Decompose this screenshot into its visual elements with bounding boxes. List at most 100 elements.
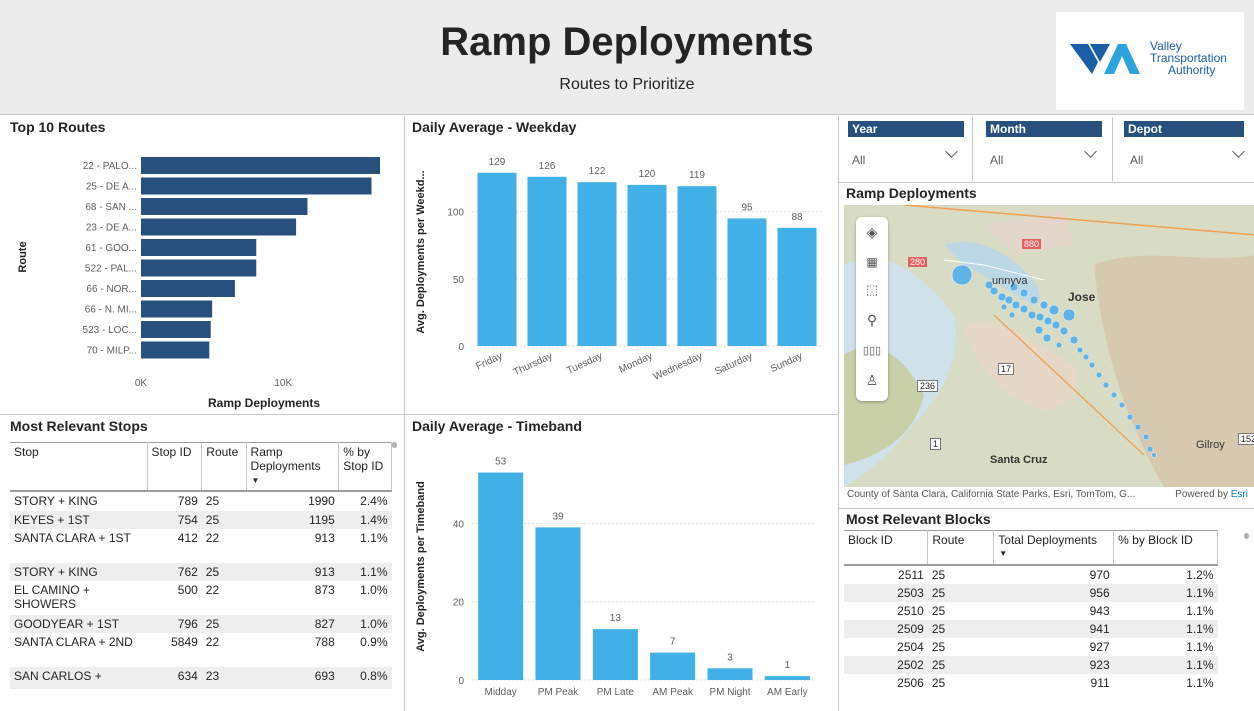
route-bar [141,177,372,195]
data-label: 120 [639,169,656,180]
bar-legend-icon[interactable]: ▯▯▯ [858,339,886,361]
slicer-month-value[interactable]: All [990,153,1003,167]
blocks-scrollbar[interactable] [1244,533,1249,539]
y-tick-label: 50 [453,275,465,286]
slicer-year-value[interactable]: All [852,153,865,167]
blocks-table-wrap: Block ID Route Total Deployments ▼ % by B… [844,530,1218,692]
bar [577,182,617,346]
route-tick-label: 70 - MILP... [87,346,137,357]
slicer-month-header: Month [986,121,1102,137]
table-cell: 788 [314,634,335,649]
col-stop[interactable]: Stop [10,442,148,491]
slicer-depot-value[interactable]: All [1130,153,1143,167]
x-tick-label: Monday [617,351,654,376]
chevron-down-icon[interactable] [1084,145,1097,158]
y-tick-label: 20 [453,598,465,609]
table-cell: 970 [1089,567,1110,582]
qr-select-icon[interactable]: ▦ [858,251,886,273]
table-cell: SANTA CLARA + 2ND [14,634,133,649]
top-routes-chart: 22 - PALO... 25 - DE A... 68 - SAN ... 23 -… [17,157,381,410]
table-cell: 25 [931,657,946,672]
y-axis-title: Avg. Deployments per Timeband [415,481,427,652]
table-row[interactable]: 2510 25 943 1.1% [844,602,1218,620]
table-cell: 25 [931,621,946,636]
table-cell: SANTA CLARA + 1ST [14,530,131,545]
chevron-down-icon[interactable] [1232,145,1245,158]
table-cell: 1.1% [1186,621,1214,636]
table-row[interactable]: 2504 25 927 1.1% [844,638,1218,656]
table-row[interactable]: 2511 25 970 1.2% [844,565,1218,584]
table-row[interactable]: STORY + KING 762 25 913 1.1% [10,562,392,581]
esri-link[interactable]: Esri [1231,489,1248,500]
table-cell: 2511 [898,567,924,582]
vta-logo: Valley Transportation Authority [1056,12,1244,110]
sort-desc-icon: ▼ [999,549,1008,558]
bar [592,629,638,680]
table-cell: 1.1% [360,564,388,579]
table-row[interactable]: KEYES + 1ST 754 25 1195 1.4% [10,510,392,529]
col-total-deployments-label: Total Deployments [998,533,1097,547]
divider [838,116,839,711]
table-cell: 913 [314,530,335,545]
route-bar [141,157,381,174]
table-row[interactable]: 2502 25 923 1.1% [844,655,1218,674]
stops-table-wrap: Stop Stop ID Route Ramp Deployments ▼ % b… [10,442,392,689]
table-cell: 923 [1089,657,1110,672]
route-bar [141,321,211,338]
table-cell: 1195 [308,512,335,527]
table-cell: STORY + KING [14,493,98,508]
col-route[interactable]: Route [201,442,247,491]
layers-icon[interactable]: ◈ [858,221,886,243]
data-label: 39 [552,511,564,522]
col-total-deployments[interactable]: Total Deployments ▼ [993,530,1115,565]
table-row[interactable]: SANTA CLARA + 1ST 412 22 913 1.1% [10,529,392,563]
logo-line3: Authority [1168,63,1216,77]
x-tick-label: Thursday [512,351,554,379]
table-cell: 1.1% [1186,603,1214,618]
map-canvas[interactable] [844,205,1254,487]
x-tick-label: Midday [485,687,517,698]
table-row[interactable]: 2506 25 911 1.1% [844,674,1218,692]
x-tick-label: PM Late [597,687,635,698]
highway-shield: 280 [908,257,928,267]
table-row[interactable]: GOODYEAR + 1ST 796 25 827 1.0% [10,614,392,633]
bar [677,186,717,346]
route-bar [141,198,308,215]
table-cell: 23 [205,668,220,683]
col-route[interactable]: Route [927,530,995,565]
table-cell: 25 [205,493,220,508]
col-block-id[interactable]: Block ID [844,530,929,565]
table-row[interactable]: 2509 25 941 1.1% [844,619,1218,638]
table-cell: 2510 [897,603,924,618]
table-cell: 25 [931,567,946,582]
table-row[interactable]: STORY + KING 789 25 1990 2.4% [10,491,392,511]
table-row[interactable]: EL CAMINO + SHOWERS 500 22 873 1.0% [10,581,392,615]
timeband-chart: 0 20 40 53 Midday 39 PM Peak 13 PM Late 7 AM Peak 3… [415,457,816,698]
bar [777,227,817,346]
rect-select-icon[interactable]: ⬚ [858,279,886,301]
top-routes-panel: Top 10 Routes 22 - PALO... 25 - DE A... 68… [6,117,402,413]
table-cell: 25 [205,512,220,527]
x-tick-label: Sunday [769,351,804,375]
timeband-panel: Daily Average - Timeband 0 20 40 53 Midday 39… [408,416,836,711]
bar [535,527,581,680]
table-cell: 0.9% [360,634,388,649]
slicer-year-header: Year [848,121,964,137]
stops-scrollbar[interactable] [392,442,397,448]
table-row[interactable]: SAN CARLOS + 634 23 693 0.8% [10,666,392,689]
x-tick-label: Friday [474,351,504,373]
person-icon[interactable]: ♙ [858,369,886,391]
col-stop-id[interactable]: Stop ID [147,442,203,491]
col-pct-block[interactable]: % by Block ID [1113,530,1218,565]
chevron-down-icon[interactable] [945,145,958,158]
table-cell: 1.0% [360,616,388,631]
table-row[interactable]: 2503 25 956 1.1% [844,583,1218,602]
divider [1112,117,1113,181]
bar [627,184,667,346]
col-ramp-deployments[interactable]: Ramp Deployments ▼ [246,442,340,491]
col-pct-stop[interactable]: % by Stop ID [338,442,392,491]
bar [707,668,753,680]
search-icon[interactable]: ⚲ [858,309,886,331]
table-row[interactable]: SANTA CLARA + 2ND 5849 22 788 0.9% [10,633,392,667]
divider [0,414,838,415]
